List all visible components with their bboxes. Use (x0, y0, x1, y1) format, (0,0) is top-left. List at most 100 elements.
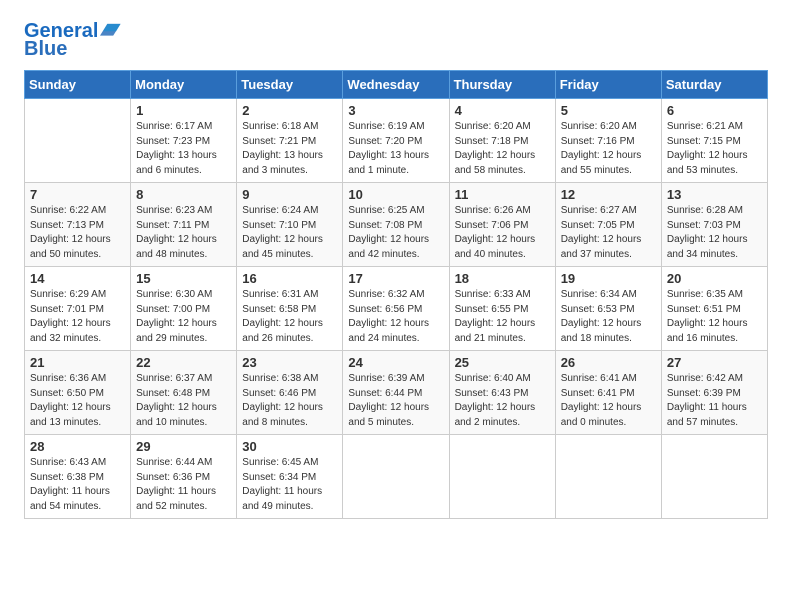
calendar-cell: 28Sunrise: 6:43 AM Sunset: 6:38 PM Dayli… (25, 435, 131, 519)
day-info: Sunrise: 6:20 AM Sunset: 7:16 PM Dayligh… (561, 120, 656, 178)
day-number: 23 (242, 355, 337, 370)
day-info: Sunrise: 6:35 AM Sunset: 6:51 PM Dayligh… (667, 288, 762, 346)
calendar-cell: 19 Sunrise: 6:34 AM Sunset: 6:53 PM Dayli… (555, 267, 661, 351)
calendar-cell (661, 435, 767, 519)
day-number: 1 (136, 103, 231, 118)
weekday-header: Friday (555, 71, 661, 99)
calendar-cell: 12Sunrise: 6:27 AM Sunset: 7:05 PM Dayli… (555, 183, 661, 267)
calendar-cell: 1 Sunrise: 6:17 AM Sunset: 7:23 PM Daylig… (131, 99, 237, 183)
calendar-cell: 11 Sunrise: 6:26 AM Sunset: 7:06 PM Dayli… (449, 183, 555, 267)
day-info: Sunrise: 6:39 AM Sunset: 6:44 PM Dayligh… (348, 372, 443, 430)
day-info: Sunrise: 6:45 AM Sunset: 6:34 PM Dayligh… (242, 456, 337, 514)
day-number: 24 (348, 355, 443, 370)
day-info: Sunrise: 6:38 AM Sunset: 6:46 PM Dayligh… (242, 372, 337, 430)
day-number: 14 (30, 271, 125, 286)
calendar-cell: 8 Sunrise: 6:23 AM Sunset: 7:11 PM Daylig… (131, 183, 237, 267)
calendar-cell (343, 435, 449, 519)
logo-icon (100, 18, 122, 40)
day-number: 3 (348, 103, 443, 118)
weekday-header: Wednesday (343, 71, 449, 99)
calendar-cell: 24 Sunrise: 6:39 AM Sunset: 6:44 PM Dayli… (343, 351, 449, 435)
calendar-cell: 2 Sunrise: 6:18 AM Sunset: 7:21 PM Daylig… (237, 99, 343, 183)
day-info: Sunrise: 6:18 AM Sunset: 7:21 PM Dayligh… (242, 120, 337, 178)
day-number: 19 (561, 271, 656, 286)
weekday-header: Tuesday (237, 71, 343, 99)
day-number: 28 (30, 439, 125, 454)
calendar-cell: 25Sunrise: 6:40 AM Sunset: 6:43 PM Dayli… (449, 351, 555, 435)
calendar-cell: 29 Sunrise: 6:44 AM Sunset: 6:36 PM Dayli… (131, 435, 237, 519)
day-info: Sunrise: 6:31 AM Sunset: 6:58 PM Dayligh… (242, 288, 337, 346)
day-number: 27 (667, 355, 762, 370)
day-number: 2 (242, 103, 337, 118)
weekday-header-row: SundayMondayTuesdayWednesdayThursdayFrid… (25, 71, 768, 99)
day-number: 20 (667, 271, 762, 286)
calendar-cell: 30 Sunrise: 6:45 AM Sunset: 6:34 PM Dayli… (237, 435, 343, 519)
day-number: 25 (455, 355, 550, 370)
calendar-cell: 22 Sunrise: 6:37 AM Sunset: 6:48 PM Dayli… (131, 351, 237, 435)
day-info: Sunrise: 6:30 AM Sunset: 7:00 PM Dayligh… (136, 288, 231, 346)
calendar-week-row: 7 Sunrise: 6:22 AM Sunset: 7:13 PM Daylig… (25, 183, 768, 267)
calendar-cell: 27 Sunrise: 6:42 AM Sunset: 6:39 PM Dayli… (661, 351, 767, 435)
day-info: Sunrise: 6:26 AM Sunset: 7:06 PM Dayligh… (455, 204, 550, 262)
day-info: Sunrise: 6:44 AM Sunset: 6:36 PM Dayligh… (136, 456, 231, 514)
calendar-cell: 14 Sunrise: 6:29 AM Sunset: 7:01 PM Dayli… (25, 267, 131, 351)
day-info: Sunrise: 6:28 AM Sunset: 7:03 PM Dayligh… (667, 204, 762, 262)
calendar-cell: 23 Sunrise: 6:38 AM Sunset: 6:46 PM Dayli… (237, 351, 343, 435)
day-number: 4 (455, 103, 550, 118)
calendar-week-row: 21 Sunrise: 6:36 AM Sunset: 6:50 PM Dayli… (25, 351, 768, 435)
day-info: Sunrise: 6:41 AM Sunset: 6:41 PM Dayligh… (561, 372, 656, 430)
day-info: Sunrise: 6:17 AM Sunset: 7:23 PM Dayligh… (136, 120, 231, 178)
day-number: 11 (455, 187, 550, 202)
calendar-cell: 21 Sunrise: 6:36 AM Sunset: 6:50 PM Dayli… (25, 351, 131, 435)
calendar-cell: 5 Sunrise: 6:20 AM Sunset: 7:16 PM Daylig… (555, 99, 661, 183)
day-info: Sunrise: 6:32 AM Sunset: 6:56 PM Dayligh… (348, 288, 443, 346)
day-number: 29 (136, 439, 231, 454)
weekday-header: Saturday (661, 71, 767, 99)
day-info: Sunrise: 6:29 AM Sunset: 7:01 PM Dayligh… (30, 288, 125, 346)
calendar-cell: 16 Sunrise: 6:31 AM Sunset: 6:58 PM Dayli… (237, 267, 343, 351)
day-info: Sunrise: 6:37 AM Sunset: 6:48 PM Dayligh… (136, 372, 231, 430)
day-info: Sunrise: 6:33 AM Sunset: 6:55 PM Dayligh… (455, 288, 550, 346)
calendar-cell: 9 Sunrise: 6:24 AM Sunset: 7:10 PM Daylig… (237, 183, 343, 267)
calendar-table: SundayMondayTuesdayWednesdayThursdayFrid… (24, 70, 768, 519)
day-info: Sunrise: 6:34 AM Sunset: 6:53 PM Dayligh… (561, 288, 656, 346)
day-info: Sunrise: 6:23 AM Sunset: 7:11 PM Dayligh… (136, 204, 231, 262)
weekday-header: Thursday (449, 71, 555, 99)
weekday-header: Monday (131, 71, 237, 99)
calendar-cell: 7 Sunrise: 6:22 AM Sunset: 7:13 PM Daylig… (25, 183, 131, 267)
calendar-cell: 3 Sunrise: 6:19 AM Sunset: 7:20 PM Daylig… (343, 99, 449, 183)
day-number: 7 (30, 187, 125, 202)
calendar-cell: 18 Sunrise: 6:33 AM Sunset: 6:55 PM Dayli… (449, 267, 555, 351)
day-number: 13 (667, 187, 762, 202)
day-number: 18 (455, 271, 550, 286)
day-number: 5 (561, 103, 656, 118)
day-number: 10 (348, 187, 443, 202)
calendar-cell: 6Sunrise: 6:21 AM Sunset: 7:15 PM Daylig… (661, 99, 767, 183)
day-info: Sunrise: 6:19 AM Sunset: 7:20 PM Dayligh… (348, 120, 443, 178)
calendar-cell: 17 Sunrise: 6:32 AM Sunset: 6:56 PM Dayli… (343, 267, 449, 351)
day-number: 16 (242, 271, 337, 286)
day-number: 8 (136, 187, 231, 202)
day-info: Sunrise: 6:27 AM Sunset: 7:05 PM Dayligh… (561, 204, 656, 262)
day-info: Sunrise: 6:25 AM Sunset: 7:08 PM Dayligh… (348, 204, 443, 262)
day-number: 21 (30, 355, 125, 370)
calendar-cell (449, 435, 555, 519)
day-number: 22 (136, 355, 231, 370)
day-number: 9 (242, 187, 337, 202)
calendar-week-row: 28Sunrise: 6:43 AM Sunset: 6:38 PM Dayli… (25, 435, 768, 519)
day-info: Sunrise: 6:36 AM Sunset: 6:50 PM Dayligh… (30, 372, 125, 430)
day-number: 6 (667, 103, 762, 118)
calendar-cell: 13 Sunrise: 6:28 AM Sunset: 7:03 PM Dayli… (661, 183, 767, 267)
day-number: 17 (348, 271, 443, 286)
calendar-week-row: 1 Sunrise: 6:17 AM Sunset: 7:23 PM Daylig… (25, 99, 768, 183)
calendar-cell: 10 Sunrise: 6:25 AM Sunset: 7:08 PM Dayli… (343, 183, 449, 267)
day-info: Sunrise: 6:42 AM Sunset: 6:39 PM Dayligh… (667, 372, 762, 430)
calendar-cell: 15Sunrise: 6:30 AM Sunset: 7:00 PM Dayli… (131, 267, 237, 351)
day-info: Sunrise: 6:20 AM Sunset: 7:18 PM Dayligh… (455, 120, 550, 178)
calendar-cell: 20 Sunrise: 6:35 AM Sunset: 6:51 PM Dayli… (661, 267, 767, 351)
weekday-header: Sunday (25, 71, 131, 99)
calendar-cell: 4 Sunrise: 6:20 AM Sunset: 7:18 PM Daylig… (449, 99, 555, 183)
day-number: 30 (242, 439, 337, 454)
day-info: Sunrise: 6:22 AM Sunset: 7:13 PM Dayligh… (30, 204, 125, 262)
day-info: Sunrise: 6:24 AM Sunset: 7:10 PM Dayligh… (242, 204, 337, 262)
